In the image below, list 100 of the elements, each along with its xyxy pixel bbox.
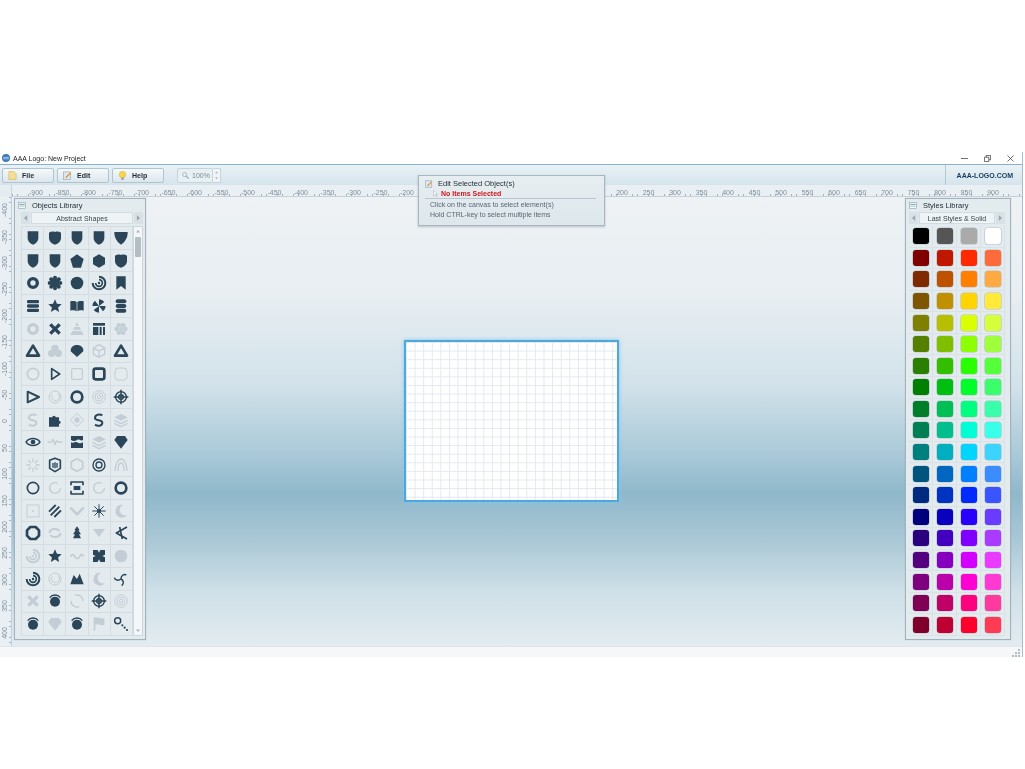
tile-icon[interactable] xyxy=(91,547,108,564)
ring-icon[interactable] xyxy=(113,479,130,496)
cross-icon[interactable] xyxy=(46,320,63,337)
stacked-bars-icon[interactable] xyxy=(24,298,41,314)
color-swatch-icon[interactable] xyxy=(936,400,953,417)
color-swatch-icon[interactable] xyxy=(936,551,953,568)
ring-icon[interactable] xyxy=(24,479,41,496)
color-swatch-icon[interactable] xyxy=(912,293,929,309)
pinwheel-icon[interactable] xyxy=(91,298,108,314)
angle-icon[interactable] xyxy=(113,525,130,542)
color-swatch-icon[interactable] xyxy=(960,228,977,245)
caret-right-icon[interactable] xyxy=(996,212,1005,224)
color-swatch-icon[interactable] xyxy=(984,508,1001,525)
pentagon-icon[interactable] xyxy=(69,252,85,269)
caret-right-icon[interactable] xyxy=(134,212,143,224)
color-swatch-icon[interactable] xyxy=(984,400,1001,417)
color-swatch-icon[interactable] xyxy=(912,271,929,288)
color-swatch-icon[interactable] xyxy=(912,249,929,266)
color-swatch-icon[interactable] xyxy=(960,400,977,417)
scrollbar[interactable] xyxy=(133,226,143,636)
color-swatch-icon[interactable] xyxy=(960,357,977,374)
disc-icon[interactable] xyxy=(69,275,85,292)
color-swatch-icon[interactable] xyxy=(960,422,977,439)
color-swatch-icon[interactable] xyxy=(960,465,977,482)
color-swatch-icon[interactable] xyxy=(936,444,953,461)
color-swatch-icon[interactable] xyxy=(984,379,1001,396)
color-swatch-icon[interactable] xyxy=(912,616,929,633)
color-swatch-icon[interactable] xyxy=(984,487,1001,504)
triangle-icon[interactable] xyxy=(113,343,130,360)
star-icon[interactable] xyxy=(46,298,63,314)
color-swatch-icon[interactable] xyxy=(960,530,977,547)
blocks-icon[interactable] xyxy=(91,320,108,337)
frame-icon[interactable] xyxy=(69,479,85,496)
resize-grip-icon[interactable] xyxy=(1012,647,1021,657)
ring-icon[interactable] xyxy=(69,388,85,405)
color-swatch-icon[interactable] xyxy=(912,573,929,590)
color-swatch-icon[interactable] xyxy=(912,228,929,245)
color-swatch-icon[interactable] xyxy=(936,616,953,633)
shield-icon[interactable] xyxy=(46,229,63,246)
square-icon[interactable] xyxy=(91,366,108,383)
color-swatch-icon[interactable] xyxy=(912,508,929,525)
color-swatch-icon[interactable] xyxy=(936,293,953,309)
shield-icon[interactable] xyxy=(69,229,85,246)
color-swatch-icon[interactable] xyxy=(912,444,929,461)
color-swatch-icon[interactable] xyxy=(984,357,1001,374)
color-swatch-icon[interactable] xyxy=(912,314,929,331)
octagon-icon[interactable] xyxy=(24,525,41,542)
close-icon[interactable] xyxy=(1007,154,1014,162)
restore-icon[interactable] xyxy=(984,154,991,162)
caret-left-icon[interactable] xyxy=(909,212,918,224)
color-swatch-icon[interactable] xyxy=(912,422,929,439)
color-swatch-icon[interactable] xyxy=(960,487,977,504)
color-swatch-icon[interactable] xyxy=(960,336,977,353)
color-swatch-icon[interactable] xyxy=(984,228,1001,245)
wave-block-icon[interactable] xyxy=(69,434,85,451)
color-swatch-icon[interactable] xyxy=(984,616,1001,633)
color-swatch-icon[interactable] xyxy=(912,336,929,353)
color-swatch-icon[interactable] xyxy=(912,400,929,417)
color-swatch-icon[interactable] xyxy=(936,228,953,245)
color-swatch-icon[interactable] xyxy=(936,422,953,439)
color-swatch-icon[interactable] xyxy=(936,357,953,374)
color-swatch-icon[interactable] xyxy=(912,595,929,612)
color-swatch-icon[interactable] xyxy=(936,487,953,504)
emblem-icon[interactable] xyxy=(46,457,63,474)
color-swatch-icon[interactable] xyxy=(984,249,1001,266)
color-swatch-icon[interactable] xyxy=(960,616,977,633)
color-swatch-icon[interactable] xyxy=(912,379,929,396)
color-swatch-icon[interactable] xyxy=(960,271,977,288)
color-swatch-icon[interactable] xyxy=(960,379,977,396)
triangle-icon[interactable] xyxy=(24,343,41,360)
color-swatch-icon[interactable] xyxy=(936,573,953,590)
color-swatch-icon[interactable] xyxy=(936,314,953,331)
color-swatch-icon[interactable] xyxy=(912,551,929,568)
color-swatch-icon[interactable] xyxy=(984,465,1001,482)
crosshair-icon[interactable] xyxy=(91,593,108,610)
starburst-icon[interactable] xyxy=(91,502,108,519)
target-icon[interactable] xyxy=(91,457,108,474)
ring-icon[interactable] xyxy=(24,275,41,292)
scrollbar-thumb[interactable] xyxy=(135,237,141,257)
spiral-icon[interactable] xyxy=(24,570,41,587)
color-swatch-icon[interactable] xyxy=(936,249,953,266)
color-swatch-icon[interactable] xyxy=(936,530,953,547)
color-swatch-icon[interactable] xyxy=(960,508,977,525)
color-swatch-icon[interactable] xyxy=(960,249,977,266)
color-swatch-icon[interactable] xyxy=(912,357,929,374)
color-swatch-icon[interactable] xyxy=(984,530,1001,547)
color-swatch-icon[interactable] xyxy=(960,314,977,331)
shield-icon[interactable] xyxy=(113,229,130,246)
shell-icon[interactable] xyxy=(69,343,85,360)
gem-icon[interactable] xyxy=(113,434,130,451)
color-swatch-icon[interactable] xyxy=(912,530,929,547)
color-swatch-icon[interactable] xyxy=(936,271,953,288)
color-swatch-icon[interactable] xyxy=(936,595,953,612)
hexagon-icon[interactable] xyxy=(91,252,108,269)
color-swatch-icon[interactable] xyxy=(984,444,1001,461)
color-swatch-icon[interactable] xyxy=(984,551,1001,568)
cog-icon[interactable] xyxy=(46,275,63,292)
design-canvas[interactable] xyxy=(404,340,619,502)
color-swatch-icon[interactable] xyxy=(912,465,929,482)
triangle-outline-icon[interactable] xyxy=(24,388,41,405)
